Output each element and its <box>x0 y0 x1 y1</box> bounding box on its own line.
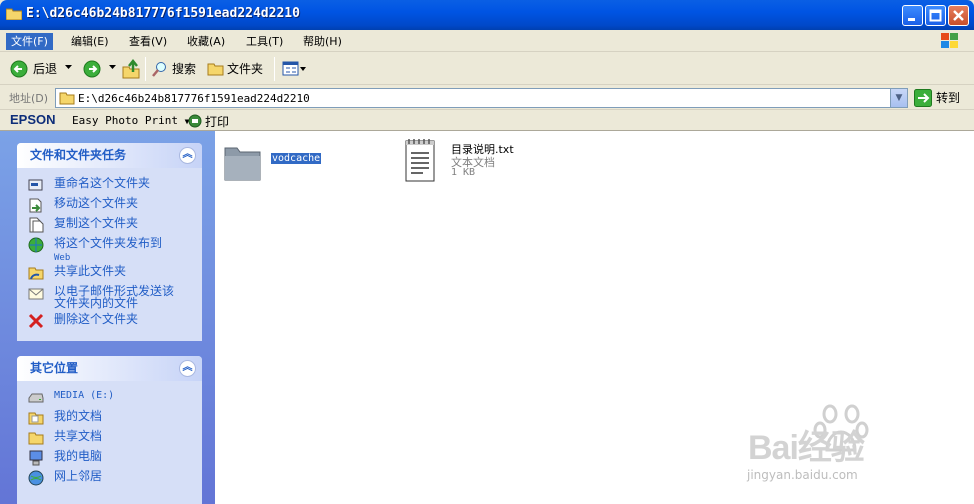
task-label: 删除这个文件夹 <box>54 312 139 326</box>
task-label-sub: 文件夹内的文件 <box>54 296 139 310</box>
views-icon <box>282 61 306 76</box>
up-folder-icon[interactable] <box>122 59 140 79</box>
epson-toolbar: EPSON Easy Photo Print ▼ 打印 <box>0 111 974 131</box>
chevron-down-icon[interactable] <box>65 65 73 71</box>
chevron-up-icon: ︽ <box>182 362 193 373</box>
file-folder-tasks-title: 文件和文件夹任务 <box>30 148 127 162</box>
collapse-button[interactable]: ︽ <box>179 360 196 377</box>
shared-documents-icon <box>28 432 44 445</box>
text-file-icon <box>405 139 435 182</box>
share-icon <box>28 267 44 280</box>
task-label: 移动这个文件夹 <box>54 196 139 210</box>
back-label: 后退 <box>33 62 58 76</box>
menu-edit[interactable]: 编辑(E) <box>66 33 114 50</box>
file-size: 1 KB <box>451 167 476 178</box>
watermark-url: jingyan.baidu.com <box>747 468 858 482</box>
web-publish-icon <box>28 237 44 253</box>
baidu-watermark: Bai经验 jingyan.baidu.com <box>745 398 970 502</box>
maximize-button[interactable] <box>925 5 946 26</box>
file-folder-tasks-panel: 文件和文件夹任务 ︽ 重命名这个文件夹 移动这个文件夹 复制这个文件夹 将这个文件… <box>17 143 202 341</box>
minimize-button[interactable] <box>902 5 923 26</box>
folder-name: vodcache <box>271 153 322 164</box>
window-title: E:\d26c46b24b817776f1591ead224d2210 <box>26 6 300 21</box>
file-folder-tasks-header[interactable]: 文件和文件夹任务 ︽ <box>17 143 202 168</box>
title-bar[interactable]: E:\d26c46b24b817776f1591ead224d2210 <box>0 0 974 30</box>
folder-icon <box>6 8 22 20</box>
address-input[interactable]: E:\d26c46b24b817776f1591ead224d2210 ▼ <box>55 88 908 108</box>
chevron-down-icon: ▼ <box>895 93 903 103</box>
folders-icon <box>207 63 224 76</box>
epson-print-label: 打印 <box>205 115 230 129</box>
menu-help[interactable]: 帮助(H) <box>298 33 347 50</box>
collapse-button[interactable]: ︽ <box>179 147 196 164</box>
epson-print-button[interactable]: 打印 <box>188 113 229 130</box>
close-button[interactable] <box>948 5 969 26</box>
watermark-text: Bai经验 <box>748 429 865 467</box>
email-icon <box>28 288 44 300</box>
task-label: 复制这个文件夹 <box>54 216 139 230</box>
network-icon <box>28 470 44 486</box>
easy-photo-print-label: Easy Photo Print <box>72 114 178 127</box>
drive-icon <box>28 393 44 403</box>
folders-label: 文件夹 <box>227 62 264 76</box>
task-label: 将这个文件夹发布到 <box>54 236 163 250</box>
epson-logo: EPSON <box>10 112 56 127</box>
toolbar-separator <box>145 57 146 81</box>
address-bar: 地址(D) E:\d26c46b24b817776f1591ead224d221… <box>0 86 974 110</box>
close-icon <box>953 10 964 21</box>
go-label: 转到 <box>936 91 961 105</box>
my-computer-icon <box>29 450 43 466</box>
other-places-panel: 其它位置 ︽ MEDIA (E:) 我的文档 共享文档 我的电脑 网上邻居 <box>17 356 202 504</box>
minimize-icon <box>908 18 915 21</box>
address-dropdown-button[interactable]: ▼ <box>890 89 907 107</box>
place-label: 网上邻居 <box>54 469 103 483</box>
forward-arrow-icon[interactable] <box>83 60 101 78</box>
menu-file[interactable]: 文件(F) <box>6 33 53 50</box>
task-pane: 文件和文件夹任务 ︽ 重命名这个文件夹 移动这个文件夹 复制这个文件夹 将这个文件… <box>0 131 215 504</box>
delete-icon <box>28 313 44 329</box>
search-label: 搜索 <box>172 62 197 76</box>
other-places-header[interactable]: 其它位置 ︽ <box>17 356 202 381</box>
address-value: E:\d26c46b24b817776f1591ead224d2210 <box>78 92 310 105</box>
easy-photo-print-button[interactable]: Easy Photo Print ▼ <box>72 114 189 127</box>
toolbar: 后退 搜索 文件夹 <box>0 53 974 85</box>
my-documents-icon <box>28 412 44 425</box>
print-icon <box>188 114 202 128</box>
place-label: MEDIA (E:) <box>54 390 115 401</box>
task-label: 共享此文件夹 <box>54 264 127 278</box>
place-label: 共享文档 <box>54 429 103 443</box>
toolbar-separator <box>274 57 275 81</box>
explorer-window: E:\d26c46b24b817776f1591ead224d2210 文件(F… <box>0 0 974 504</box>
search-icon <box>152 62 166 77</box>
place-label: 我的电脑 <box>54 449 103 463</box>
folder-icon <box>224 147 261 181</box>
menu-favorites[interactable]: 收藏(A) <box>182 33 230 50</box>
place-label: 我的文档 <box>54 409 103 423</box>
back-arrow-icon <box>10 60 28 78</box>
rename-icon <box>28 179 43 191</box>
other-places-title: 其它位置 <box>30 361 79 375</box>
task-label: 重命名这个文件夹 <box>54 176 151 190</box>
menu-tools[interactable]: 工具(T) <box>241 33 288 50</box>
move-icon <box>29 198 42 213</box>
maximize-icon <box>929 9 942 22</box>
go-button[interactable]: 转到 <box>914 88 960 108</box>
address-label: 地址(D) <box>9 92 49 105</box>
menu-view[interactable]: 查看(V) <box>124 33 172 50</box>
copy-icon <box>29 217 44 233</box>
windows-logo-icon <box>941 33 958 48</box>
go-arrow-icon <box>914 89 932 107</box>
menu-bar: 文件(F) 编辑(E) 查看(V) 收藏(A) 工具(T) 帮助(H) <box>0 30 974 52</box>
chevron-down-icon[interactable] <box>109 65 117 71</box>
chevron-up-icon: ︽ <box>182 149 193 160</box>
task-label-sub: Web <box>54 253 71 263</box>
folder-icon <box>59 92 75 105</box>
